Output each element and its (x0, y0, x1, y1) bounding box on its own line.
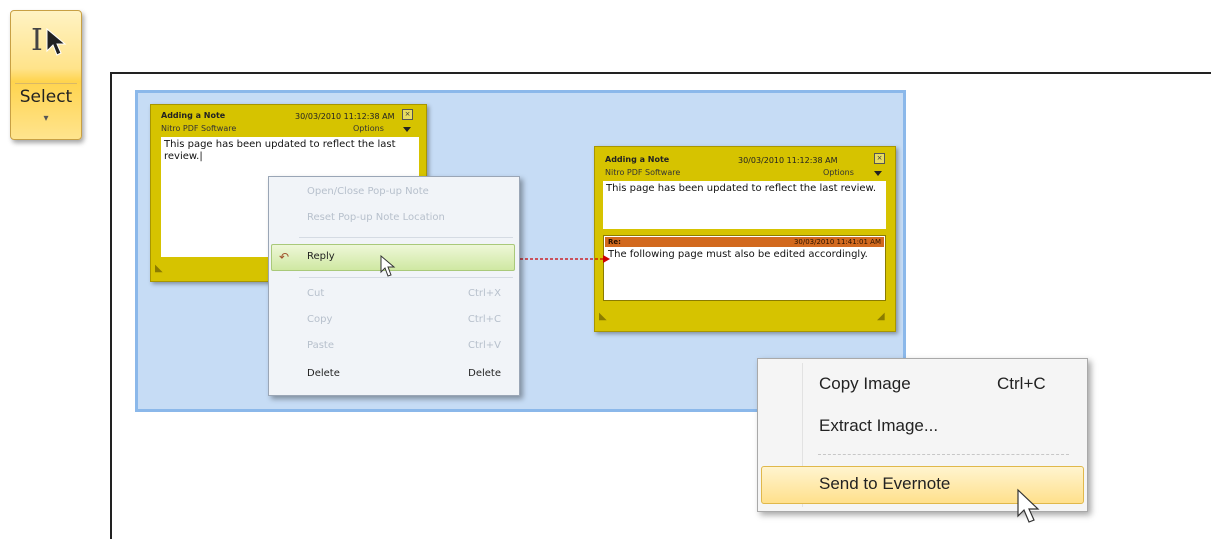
close-icon[interactable]: × (402, 109, 413, 120)
reply-container: Re: 30/03/2010 11:41:01 AM The following… (603, 235, 886, 301)
note-options[interactable]: Options (353, 124, 384, 133)
select-label: Select (19, 87, 73, 107)
menu-divider (299, 277, 513, 278)
reply-author: Re: (608, 238, 621, 246)
note-body[interactable]: This page has been updated to reflect th… (603, 181, 886, 229)
menu-item-copy[interactable]: Copy Ctrl+C (269, 309, 519, 331)
note-date: 30/03/2010 11:12:38 AM (738, 156, 838, 165)
menu-item-reset-location[interactable]: Reset Pop-up Note Location (269, 207, 519, 229)
menu-label: Reset Pop-up Note Location (307, 212, 445, 223)
resize-grip-icon[interactable]: ◢ (877, 311, 885, 322)
select-tool-button[interactable]: I Select ▾ (10, 10, 82, 140)
ibeam-cursor-icon: I (31, 23, 43, 58)
menu-item-copy-image[interactable]: Copy Image Ctrl+C (758, 369, 1087, 399)
menu-shortcut: Ctrl+X (467, 288, 501, 299)
note-date: 30/03/2010 11:12:38 AM (295, 112, 395, 121)
menu-shortcut: Ctrl+V (467, 340, 501, 351)
menu-label: Delete (307, 368, 340, 379)
menu-label: Open/Close Pop-up Note (307, 186, 429, 197)
menu-label: Send to Evernote (819, 474, 951, 493)
options-chevron-icon[interactable] (874, 171, 882, 176)
menu-item-extract-image[interactable]: Extract Image... (758, 411, 1087, 441)
resize-grip-icon[interactable]: ◣ (599, 311, 607, 322)
text-caret: | (199, 151, 203, 162)
mouse-pointer-icon (380, 255, 396, 277)
select-button-divider (15, 83, 77, 84)
close-icon[interactable]: × (874, 153, 885, 164)
mouse-pointer-icon (1017, 488, 1040, 523)
menu-label: Copy (307, 314, 333, 325)
menu-label: Copy Image (819, 374, 911, 393)
note-options[interactable]: Options (823, 168, 854, 177)
menu-label: Extract Image... (819, 416, 939, 435)
sticky-note-right[interactable]: Adding a Note 30/03/2010 11:12:38 AM × N… (594, 146, 896, 332)
menu-item-cut[interactable]: Cut Ctrl+X (269, 283, 519, 305)
chevron-down-icon[interactable]: ▾ (11, 113, 81, 124)
note-title: Adding a Note (161, 111, 226, 120)
menu-divider (818, 454, 1069, 455)
options-chevron-icon[interactable] (403, 127, 411, 132)
menu-label: Reply (307, 251, 335, 262)
reply-header: Re: 30/03/2010 11:41:01 AM (605, 237, 884, 247)
reply-icon: ↶ (279, 250, 290, 264)
menu-item-delete[interactable]: Delete Delete (269, 363, 519, 385)
note-author: Nitro PDF Software (161, 124, 237, 133)
menu-label: Paste (307, 340, 334, 351)
menu-shortcut: Ctrl+C (467, 314, 501, 325)
menu-item-paste[interactable]: Paste Ctrl+V (269, 335, 519, 357)
menu-divider (299, 237, 513, 238)
menu-shortcut: Ctrl+C (997, 374, 1046, 393)
menu-label: Cut (307, 288, 325, 299)
reply-connector-arrow (505, 255, 610, 263)
note-author: Nitro PDF Software (605, 168, 681, 177)
note-title: Adding a Note (605, 155, 670, 164)
reply-body[interactable]: The following page must also be edited a… (608, 249, 881, 261)
note-context-menu: Open/Close Pop-up Note Reset Pop-up Note… (268, 176, 520, 396)
menu-shortcut: Delete (468, 368, 501, 379)
arrow-pointer-icon (46, 27, 67, 56)
reply-date: 30/03/2010 11:41:01 AM (793, 238, 881, 246)
menu-item-open-close[interactable]: Open/Close Pop-up Note (269, 181, 519, 203)
note-text: This page has been updated to reflect th… (606, 183, 876, 194)
resize-grip-icon[interactable]: ◣ (155, 263, 163, 274)
